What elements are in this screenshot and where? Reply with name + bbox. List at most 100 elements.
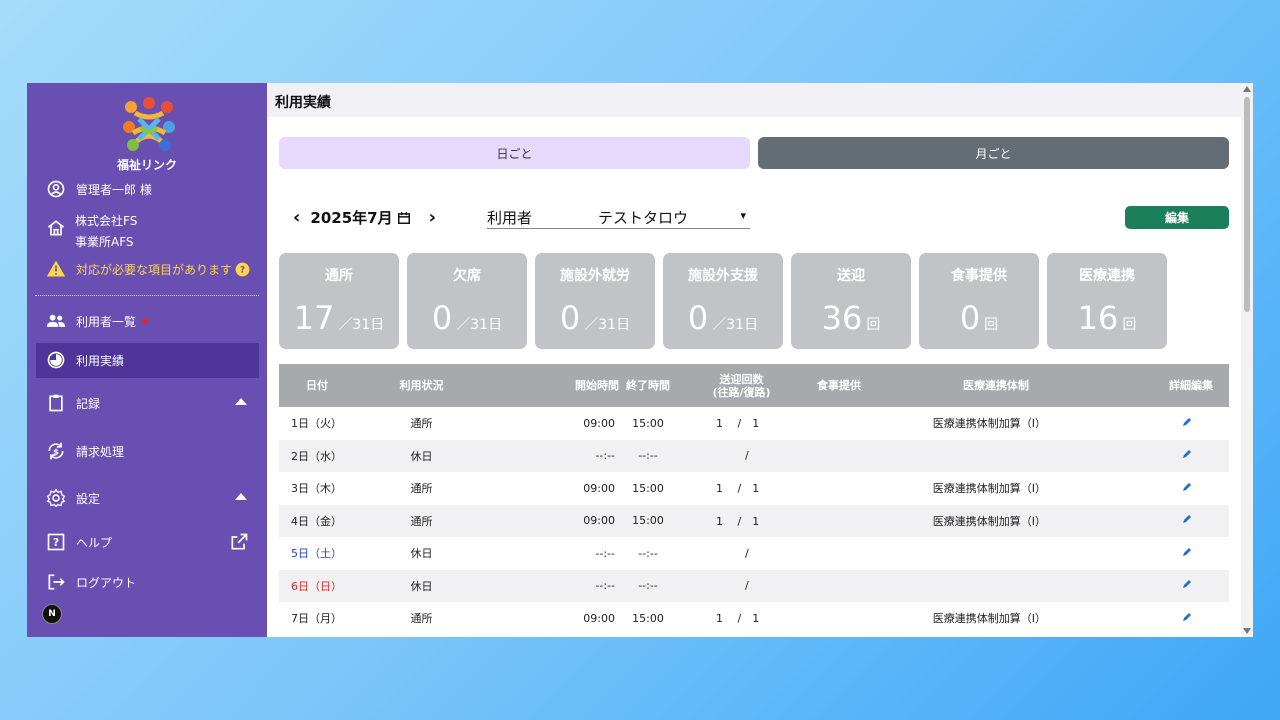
cell-end-time: 15:00 [632, 481, 664, 495]
summary-card-medical: 医療連携 16 回 [1047, 253, 1167, 349]
cell-status: 通所 [410, 417, 433, 431]
card-value: 0 ／31日 [407, 301, 527, 342]
office-name: 事業所AFS [75, 235, 134, 249]
vertical-scrollbar[interactable] [1241, 83, 1253, 637]
cell-status: 通所 [410, 482, 433, 496]
user-select-label: 利用者 [487, 209, 533, 227]
cell-detail-edit [1120, 602, 1229, 635]
help-box-icon: ? [45, 531, 67, 553]
cell-meal [806, 407, 872, 440]
cell-date: 3日（木） [291, 482, 342, 496]
app-logo [123, 97, 175, 151]
cell-meal [806, 602, 872, 635]
pencil-edit-icon[interactable] [1181, 481, 1193, 493]
scroll-down-icon[interactable] [1243, 628, 1251, 634]
logout-icon [45, 571, 67, 593]
summary-card-offsite-work: 施設外就労 0 ／31日 [535, 253, 655, 349]
card-number: 17 [293, 299, 335, 337]
svg-text:?: ? [240, 265, 245, 275]
pie-chart-icon [45, 349, 67, 371]
records-collapse-icon[interactable] [235, 398, 247, 405]
card-title: 送迎 [837, 268, 865, 284]
cell-date: 7日（月） [291, 612, 342, 626]
cell-meal [806, 537, 872, 570]
col-status: 利用状況 [354, 364, 489, 407]
cell-medical: 医療連携体制加算（I） [872, 504, 1120, 537]
pencil-edit-icon[interactable] [1181, 546, 1193, 558]
table-body: 1日（火） 通所 09:00 15:00 1 / 1 医療連携体制加算（I） 2日（水） 休日… [279, 407, 1229, 635]
user-account[interactable]: 管理者一郎 様 [45, 178, 152, 200]
card-unit: 回 [866, 317, 881, 333]
usage-table-wrap: 日付 利用状況 開始時間 終了時間 送迎回数 (往路/復路) 食事提供 医療連携… [279, 364, 1229, 635]
help-circle-icon[interactable]: ? [235, 262, 250, 277]
col-start: 開始時間 [489, 364, 619, 407]
user-select[interactable]: 利用者 テストタロウ ▾ [487, 205, 750, 229]
settings-collapse-icon[interactable] [235, 493, 247, 500]
warning-alert[interactable]: 対応が必要な項目があります ? [45, 258, 250, 280]
office-home[interactable] [45, 217, 76, 239]
month-navigator: ‹ 2025年7月 › [287, 207, 442, 228]
nav-billing[interactable]: $ 請求処理 [45, 440, 124, 462]
user-select-value: テストタロウ [598, 209, 689, 227]
nav-billing-label: 請求処理 [76, 444, 125, 459]
company-name: 株式会社FS [75, 214, 138, 228]
cell-transport: 1 / 1 [716, 612, 760, 626]
cell-status: 休日 [410, 547, 433, 561]
prev-month-button[interactable]: ‹ [287, 207, 306, 228]
external-link-icon[interactable] [229, 532, 249, 552]
nav-help[interactable]: ? ヘルプ [45, 531, 112, 553]
card-value: 36 回 [791, 301, 911, 342]
nav-usage[interactable]: 利用実績 [45, 349, 124, 371]
pencil-edit-icon[interactable] [1181, 416, 1193, 428]
cell-transport: / [677, 439, 806, 472]
next-month-button[interactable]: › [423, 207, 442, 228]
tab-daily[interactable]: 日ごと [279, 137, 750, 169]
col-transport-line1: 送迎回数 [719, 372, 764, 386]
calendar-icon[interactable] [397, 211, 411, 225]
card-number: 36 [821, 299, 863, 337]
tab-monthly[interactable]: 月ごと [758, 137, 1229, 169]
notification-dot [142, 318, 149, 324]
table-row: 6日（日） 休日 --:-- --:-- / [279, 569, 1229, 602]
card-unit: 回 [984, 317, 999, 333]
svg-text:?: ? [53, 536, 59, 549]
cell-date: 5日（土） [291, 547, 342, 561]
logo-text: 福祉リンク [116, 158, 177, 172]
cell-start-time: --:-- [489, 439, 619, 472]
cell-end-time: --:-- [619, 569, 677, 602]
scroll-up-icon[interactable] [1243, 86, 1251, 92]
nav-records-label: 記録 [76, 396, 101, 411]
n-badge-button[interactable]: N [42, 604, 62, 624]
pencil-edit-icon[interactable] [1181, 513, 1193, 525]
pencil-edit-icon[interactable] [1181, 611, 1193, 623]
cell-end-time: 15:00 [619, 504, 677, 537]
summary-card-transport: 送迎 36 回 [791, 253, 911, 349]
cell-start-time: 09:00 [489, 504, 619, 537]
table-row: 5日（土） 休日 --:-- --:-- / [279, 537, 1229, 570]
cell-date: 1日（火） [291, 417, 342, 431]
card-value: 16 回 [1047, 301, 1167, 342]
company-info: 株式会社FS 事業所AFS [75, 211, 137, 253]
summary-card-attendance: 通所 17 ／31日 [279, 253, 399, 349]
page-title: 利用実績 [275, 95, 331, 111]
card-unit: ／31日 [712, 317, 759, 333]
pencil-edit-icon[interactable] [1181, 578, 1193, 590]
nav-settings[interactable]: 設定 [45, 487, 100, 509]
cell-meal [806, 472, 872, 505]
card-unit: ／31日 [456, 317, 503, 333]
nav-logout[interactable]: ログアウト [45, 571, 136, 593]
cell-medical [872, 537, 1120, 570]
card-value: 0回 [919, 301, 1039, 342]
nav-users[interactable]: 利用者一覧 [45, 310, 149, 332]
cell-meal [806, 439, 872, 472]
currency-exchange-icon: $ [45, 440, 67, 462]
scrollbar-thumb[interactable] [1244, 97, 1250, 312]
edit-button[interactable]: 編集 [1125, 206, 1229, 229]
cell-medical: 医療連携体制加算（I） [932, 417, 1046, 431]
cell-meal [806, 569, 872, 602]
nav-users-label: 利用者一覧 [76, 314, 137, 329]
pencil-edit-icon[interactable] [1181, 448, 1193, 460]
nav-records[interactable]: 記録 [45, 392, 100, 414]
table-header-row: 日付 利用状況 開始時間 終了時間 送迎回数 (往路/復路) 食事提供 医療連携… [279, 364, 1229, 407]
cell-status: 休日 [354, 569, 489, 602]
